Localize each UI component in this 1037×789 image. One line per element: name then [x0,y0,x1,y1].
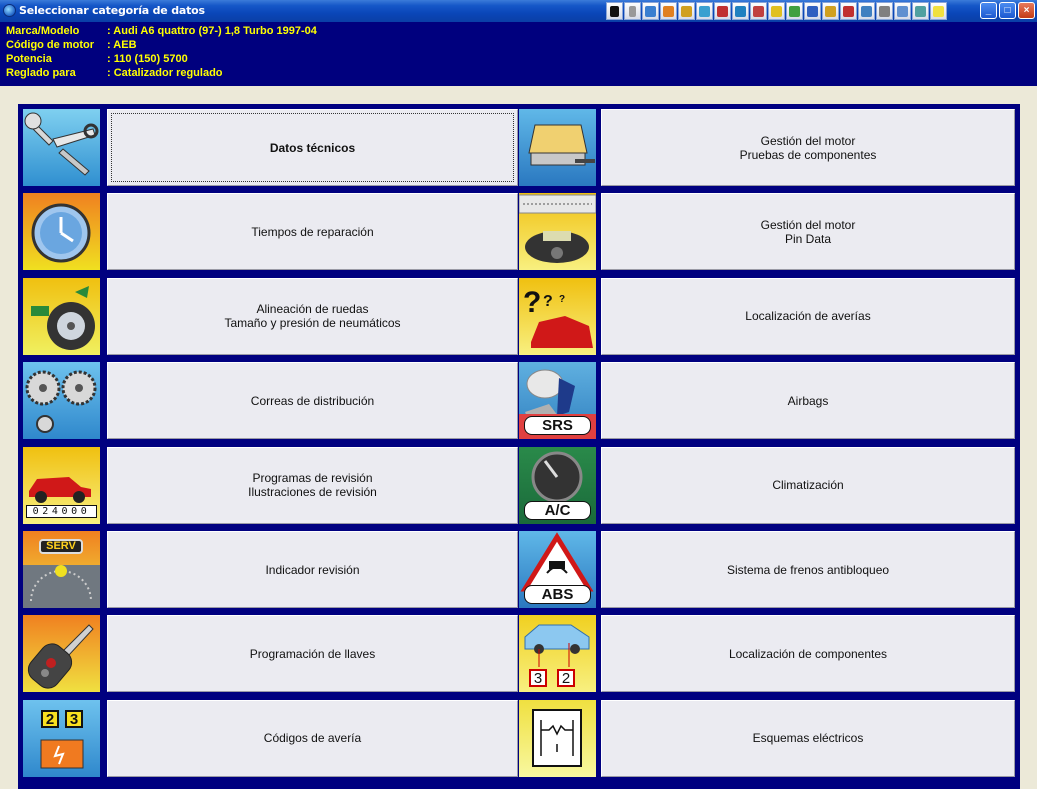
service-indicator-icon[interactable]: SERV [23,531,100,608]
close-button[interactable]: × [1018,2,1035,19]
category-button[interactable]: Programas de revisión Ilustraciones de r… [107,446,518,524]
category-button[interactable]: Programación de llaves [107,615,518,693]
wrench-icon[interactable] [750,2,767,20]
title-bar: Seleccionar categoría de datos _ □ × [0,0,1037,22]
info-label: Marca/Modelo [6,25,80,37]
window-title: Seleccionar categoría de datos [19,4,205,17]
first-page-icon[interactable] [606,2,623,20]
service-schedule-icon[interactable]: 024000 [23,446,100,524]
window-edge [1020,86,1037,789]
multimeter-icon[interactable] [519,193,596,271]
code-digit: 3 [65,709,83,728]
category-button[interactable]: Sistema de frenos antibloqueo [601,531,1015,608]
air-conditioning-icon[interactable]: A/C [519,446,596,524]
wheel-alignment-icon[interactable] [23,277,100,355]
window-controls: _ □ × [980,2,1035,19]
doc-icon[interactable] [912,2,929,20]
toolbar [606,2,947,20]
battery-icon[interactable] [768,2,785,20]
info-label: Reglado para [6,67,76,79]
user-icon[interactable] [894,2,911,20]
svg-text:?: ? [523,286,541,319]
svg-text:?: ? [543,293,553,310]
wrench-spanner-icon[interactable] [23,109,100,186]
shield-icon[interactable] [876,2,893,20]
category-button[interactable]: Esquemas eléctricos [601,699,1015,777]
question-icon[interactable] [696,2,713,20]
app-icon [3,4,16,17]
info-value: : AEB [107,39,137,51]
category-button[interactable]: Gestión del motor Pin Data [601,193,1015,271]
print-icon[interactable] [714,2,731,20]
category-button[interactable]: Correas de distribución [107,362,518,440]
category-button[interactable]: Airbags [601,362,1015,440]
info-value: : Catalizador regulado [107,67,223,79]
category-button[interactable]: Indicador revisión [107,531,518,608]
category-grid: Datos técnicos Tiempos de reparación Aline… [18,104,1020,789]
category-button[interactable]: Datos técnicos [107,109,518,186]
car-key-icon[interactable] [23,615,100,693]
icon-badge: SRS [524,416,591,436]
airbag-icon[interactable]: SRS [519,362,596,440]
icon-badge: A/C [524,500,591,520]
clock-icon[interactable] [23,193,100,271]
category-button[interactable]: Localización de averías [601,277,1015,355]
vehicle-info-panel: Marca/Modelo : Audi A6 quattro (97-) 1,8… [0,22,1037,86]
code-digit: 2 [557,669,575,688]
code-digit: 2 [41,709,59,728]
odometer-readout: 024000 [26,504,97,518]
disk-icon[interactable] [786,2,803,20]
car-icon[interactable] [840,2,857,20]
fault-codes-icon[interactable]: 23 [23,699,100,777]
maximize-button[interactable]: □ [999,2,1016,19]
ecu-test-icon[interactable] [519,109,596,186]
info-label: Código de motor [6,39,94,51]
abs-warning-icon[interactable]: ABS [519,531,596,608]
category-button[interactable]: Tiempos de reparación [107,193,518,271]
fault-finding-icon[interactable]: ??? [519,277,596,355]
phone-icon[interactable] [858,2,875,20]
info-value: : 110 (150) 5700 [107,53,188,65]
chart-icon[interactable] [642,2,659,20]
minimize-button[interactable]: _ [980,2,997,19]
engine-icon[interactable] [660,2,677,20]
icon-badge: SERV [39,539,83,554]
prev-icon[interactable] [624,2,641,20]
screen-icon[interactable] [804,2,821,20]
info-value: : Audi A6 quattro (97-) 1,8 Turbo 1997-0… [107,25,317,37]
category-button[interactable]: Alineación de ruedas Tamaño y presión de… [107,277,518,355]
info-label: Potencia [6,53,52,65]
tools-icon[interactable] [822,2,839,20]
svg-text:?: ? [559,294,565,305]
category-button[interactable]: Gestión del motor Pruebas de componentes [601,109,1015,186]
category-button[interactable]: Climatización [601,446,1015,524]
help-icon[interactable] [930,2,947,20]
category-button[interactable]: Localización de componentes [601,615,1015,693]
hand-icon[interactable] [678,2,695,20]
icon-badge: ABS [524,585,591,604]
component-location-icon[interactable]: 32 [519,615,596,693]
book-icon[interactable] [732,2,749,20]
category-button[interactable]: Códigos de avería [107,699,518,777]
wiring-diagram-icon[interactable] [519,699,596,777]
timing-belt-icon[interactable] [23,362,100,440]
code-digit: 3 [529,669,547,688]
